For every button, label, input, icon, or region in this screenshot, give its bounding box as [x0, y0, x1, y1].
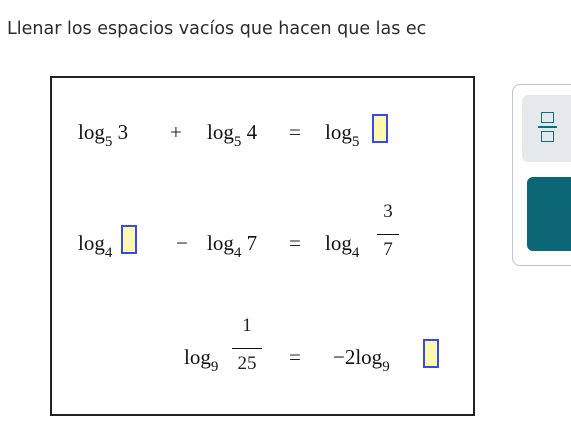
equals-sign: = — [289, 231, 301, 255]
log-arg: 7 — [246, 231, 258, 255]
equations-panel: log5 3 + log5 4 = log5 log4 − log4 7 = l… — [50, 76, 475, 416]
log-word: log — [78, 120, 105, 144]
answer-blank-1[interactable] — [372, 114, 388, 143]
log-base: 5 — [351, 134, 360, 150]
log-base: 5 — [233, 134, 242, 150]
fraction-button[interactable] — [522, 95, 571, 162]
log-base: 4 — [104, 245, 113, 261]
log-word: log — [184, 345, 211, 369]
eq2-term2: log4 7 — [207, 231, 258, 261]
fraction-numerator: 3 — [383, 201, 393, 222]
keypad-button[interactable] — [527, 177, 571, 251]
eq3-fraction: 1 25 — [232, 315, 262, 381]
eq3-rhs: −2log9 — [333, 345, 390, 375]
coefficient: −2 — [333, 345, 356, 369]
log-base: 5 — [104, 134, 113, 150]
plus-operator: + — [170, 120, 182, 144]
log-base: 9 — [382, 359, 390, 375]
log-base: 4 — [233, 245, 242, 261]
log-arg: 3 — [117, 120, 129, 144]
log-word: log — [207, 231, 234, 255]
math-toolbar — [512, 84, 571, 266]
log-word: log — [207, 120, 234, 144]
fraction-bar — [377, 234, 399, 235]
fraction-denominator: 25 — [237, 353, 257, 374]
eq1-term2: log5 4 — [207, 120, 258, 150]
log-word: log — [325, 231, 352, 255]
log-arg: 4 — [246, 120, 258, 144]
log-base: 9 — [210, 359, 219, 375]
log-base: 4 — [351, 245, 360, 261]
fraction-denominator: 7 — [383, 239, 393, 260]
instruction-text: Llenar los espacios vacíos que hacen que… — [7, 19, 427, 39]
log-word: log — [78, 231, 105, 255]
log-word: log — [355, 345, 383, 369]
eq2-rhs: log4 — [325, 231, 359, 261]
fraction-numerator: 1 — [242, 315, 252, 336]
eq1-rhs: log5 — [325, 120, 359, 150]
eq3-lhs: log9 — [184, 345, 218, 375]
equals-sign: = — [289, 345, 301, 369]
answer-blank-2[interactable] — [121, 225, 137, 254]
log-word: log — [325, 120, 352, 144]
minus-operator: − — [176, 231, 188, 255]
equals-sign: = — [289, 120, 301, 144]
eq2-fraction: 3 7 — [377, 201, 399, 267]
eq2-term1: log4 — [78, 231, 112, 261]
answer-blank-3[interactable] — [423, 339, 439, 368]
fraction-bar — [232, 348, 262, 349]
eq1-term1: log5 3 — [78, 120, 129, 150]
